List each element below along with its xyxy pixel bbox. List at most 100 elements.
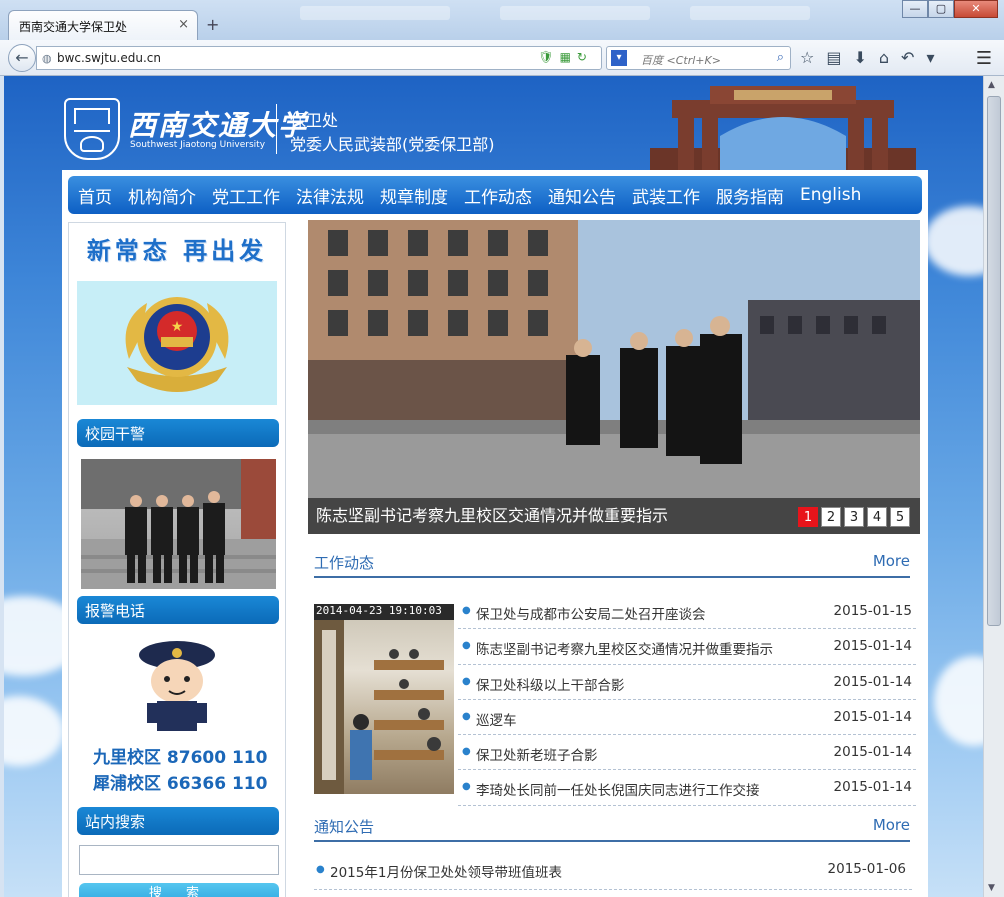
- news-item[interactable]: ● 李琦处长同前一任处长倪国庆同志进行工作交接 2015-01-14: [458, 770, 916, 806]
- work-news-header: 工作动态 More: [314, 548, 910, 578]
- nav-home[interactable]: 首页: [78, 183, 112, 208]
- scrollbar-thumb[interactable]: [987, 96, 1001, 626]
- slide-page-3[interactable]: 3: [844, 507, 864, 527]
- bullet-icon: ●: [462, 675, 471, 687]
- download-icon[interactable]: ⬇: [853, 48, 866, 67]
- slide-caption[interactable]: 陈志坚副书记考察九里校区交通情况并做重要指示: [316, 502, 668, 526]
- work-news-more-link[interactable]: More: [873, 552, 910, 570]
- news-date: 2015-01-15: [833, 603, 912, 619]
- university-name-en: Southwest Jiaotong University: [130, 140, 266, 150]
- news-title[interactable]: 保卫处科级以上干部合影: [476, 674, 625, 694]
- search-icon[interactable]: ⌕: [777, 50, 784, 65]
- urlbar-tools-icons[interactable]: 🛡▦↻: [538, 50, 593, 64]
- reading-list-icon[interactable]: ▤: [826, 48, 841, 67]
- url-text: bwc.swjtu.edu.cn: [57, 51, 161, 65]
- scroll-up-icon[interactable]: ▲: [988, 80, 995, 90]
- notice-item[interactable]: ● 2015年1月份保卫处处领导带班值班表 2015-01-06: [314, 860, 912, 890]
- main-navigation: 首页 机构简介 党工工作 法律法规 规章制度 工作动态 通知公告 武装工作 服务…: [68, 176, 922, 214]
- bullet-icon: ●: [462, 746, 471, 758]
- maximize-button[interactable]: ▢: [928, 0, 954, 18]
- work-news-title[interactable]: 工作动态: [314, 552, 374, 573]
- page-scrollbar[interactable]: ▲ ▼: [983, 76, 1004, 897]
- slide-page-4[interactable]: 4: [867, 507, 887, 527]
- news-title[interactable]: 陈志坚副书记考察九里校区交通情况并做重要指示: [476, 638, 773, 658]
- toolbar-icons: ☆ ▤ ⬇ ⌂ ↶ ▾: [800, 48, 934, 67]
- department-subname: 党委人民武装部(党委保卫部): [290, 135, 495, 154]
- section-emergency-phone[interactable]: 报警电话: [77, 596, 279, 624]
- background-tab[interactable]: [300, 6, 450, 20]
- close-window-button[interactable]: ✕: [954, 0, 998, 18]
- cloud-decoration: [4, 696, 64, 766]
- hamburger-menu-icon[interactable]: ☰: [976, 48, 992, 69]
- page-viewport: 西南交通大学 Southwest Jiaotong University 保卫处…: [4, 76, 983, 897]
- slide-page-2[interactable]: 2: [821, 507, 841, 527]
- background-tab[interactable]: [500, 6, 650, 20]
- address-bar[interactable]: ◍ bwc.swjtu.edu.cn 🛡▦↻: [36, 46, 602, 70]
- news-slideshow[interactable]: 陈志坚副书记考察九里校区交通情况并做重要指示 1 2 3 4 5: [308, 220, 920, 534]
- notices-more-link[interactable]: More: [873, 816, 910, 834]
- nav-laws[interactable]: 法律法规: [296, 183, 364, 208]
- cloud-decoration: [934, 656, 983, 746]
- notice-date: 2015-01-06: [827, 861, 906, 877]
- header-divider: [276, 104, 277, 154]
- undo-icon[interactable]: ↶: [901, 48, 914, 67]
- dropdown-chevron-icon[interactable]: ▾: [926, 48, 934, 67]
- slide-pager: 1 2 3 4 5: [798, 507, 910, 527]
- slogan-banner[interactable]: 新常态 再出发: [77, 231, 277, 266]
- news-item[interactable]: ● 保卫处科级以上干部合影 2015-01-14: [458, 665, 916, 700]
- nav-service-guide[interactable]: 服务指南: [716, 183, 784, 208]
- new-tab-button[interactable]: +: [206, 15, 219, 34]
- nav-english[interactable]: English: [800, 185, 861, 205]
- police-badge-icon: ★: [125, 297, 229, 392]
- scroll-down-icon[interactable]: ▼: [988, 883, 995, 893]
- nav-notices[interactable]: 通知公告: [548, 183, 616, 208]
- news-title[interactable]: 李琦处长同前一任处长倪国庆同志进行工作交接: [476, 779, 760, 799]
- slide-page-5[interactable]: 5: [890, 507, 910, 527]
- site-search-input[interactable]: [79, 845, 279, 875]
- nav-armed-forces[interactable]: 武装工作: [632, 183, 700, 208]
- news-item[interactable]: ● 保卫处新老班子合影 2015-01-14: [458, 735, 916, 771]
- nav-regulations[interactable]: 规章制度: [380, 183, 448, 208]
- notices-title[interactable]: 通知公告: [314, 816, 374, 837]
- site-search-button[interactable]: 搜 索: [79, 883, 279, 897]
- news-item[interactable]: ● 陈志坚副书记考察九里校区交通情况并做重要指示 2015-01-14: [458, 629, 916, 665]
- browser-tab-active[interactable]: 西南交通大学保卫处 ×: [8, 10, 198, 40]
- police-badge-banner[interactable]: ★: [77, 281, 277, 405]
- bullet-icon: ●: [462, 781, 471, 793]
- university-emblem-icon[interactable]: [64, 98, 120, 160]
- nav-about[interactable]: 机构简介: [128, 183, 196, 208]
- news-item[interactable]: ● 保卫处与成都市公安局二处召开座谈会 2015-01-15: [458, 594, 916, 630]
- bullet-icon: ●: [462, 605, 471, 616]
- phone-jiuli: 九里校区 87600 110: [93, 748, 268, 768]
- phone-xipu: 犀浦校区 66366 110: [93, 774, 268, 794]
- bookmark-star-icon[interactable]: ☆: [800, 48, 814, 67]
- nav-work-news[interactable]: 工作动态: [464, 183, 532, 208]
- svg-text:★: ★: [171, 319, 184, 335]
- window-controls: — ▢ ✕: [902, 0, 998, 18]
- section-campus-police[interactable]: 校园干警: [77, 419, 279, 447]
- tab-close-icon[interactable]: ×: [178, 17, 189, 32]
- library-image: [314, 620, 444, 794]
- globe-icon: ◍: [42, 52, 52, 65]
- police-group-photo[interactable]: [81, 459, 276, 589]
- content-container: 首页 机构简介 党工工作 法律法规 规章制度 工作动态 通知公告 武装工作 服务…: [62, 170, 928, 897]
- browser-toolbar: ← ◍ bwc.swjtu.edu.cn 🛡▦↻ ▾ 百度 <Ctrl+K> ⌕…: [0, 40, 1004, 76]
- notice-title[interactable]: 2015年1月份保卫处处领导带班值班表: [330, 861, 562, 881]
- library-photo[interactable]: 2014-04-23 19:10:03: [314, 604, 454, 794]
- back-arrow-icon[interactable]: ←: [8, 44, 36, 72]
- search-engine-icon[interactable]: ▾: [611, 50, 627, 66]
- news-title[interactable]: 巡逻车: [476, 709, 517, 729]
- nav-party-work[interactable]: 党工工作: [212, 183, 280, 208]
- cartoon-police-image: [129, 633, 225, 737]
- news-title[interactable]: 保卫处新老班子合影: [476, 744, 598, 764]
- home-icon[interactable]: ⌂: [879, 48, 889, 67]
- search-placeholder: 百度 <Ctrl+K>: [641, 54, 721, 67]
- news-title[interactable]: 保卫处与成都市公安局二处召开座谈会: [476, 603, 706, 623]
- tab-title: 西南交通大学保卫处: [19, 20, 128, 34]
- slide-page-1[interactable]: 1: [798, 507, 818, 527]
- section-site-search[interactable]: 站内搜索: [77, 807, 279, 835]
- background-tab[interactable]: [690, 6, 810, 20]
- news-item[interactable]: ● 巡逻车 2015-01-14: [458, 700, 916, 736]
- minimize-button[interactable]: —: [902, 0, 928, 18]
- browser-search-input[interactable]: ▾ 百度 <Ctrl+K> ⌕: [606, 46, 791, 70]
